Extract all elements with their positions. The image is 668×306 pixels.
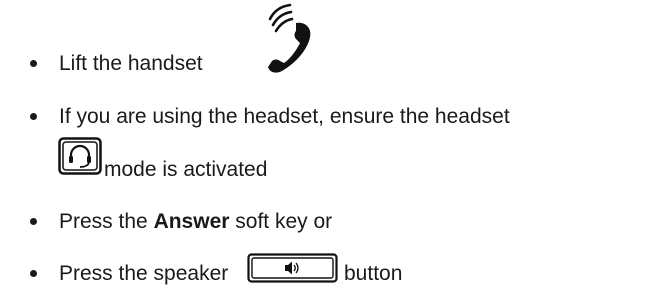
bullet: [30, 113, 37, 120]
step-text: Press the speaker: [59, 262, 229, 285]
bullet: [30, 270, 37, 277]
bullet: [30, 60, 37, 67]
step-continuation: mode is activated: [104, 158, 268, 181]
step-suffix: soft key or: [235, 210, 333, 233]
headset-key-icon: [58, 137, 102, 180]
step-text: If you are using the headset, ensure the…: [59, 105, 510, 128]
ringing-handset-icon: [256, 3, 320, 80]
speaker-key-icon: [247, 253, 338, 288]
step-suffix: button: [344, 262, 403, 285]
step-prefix: Press the: [59, 210, 148, 233]
bullet: [30, 218, 37, 225]
answer-softkey-label: Answer: [153, 210, 230, 233]
step-text: Press the Answer soft key or: [59, 209, 332, 235]
step-text: Lift the handset: [59, 52, 203, 75]
